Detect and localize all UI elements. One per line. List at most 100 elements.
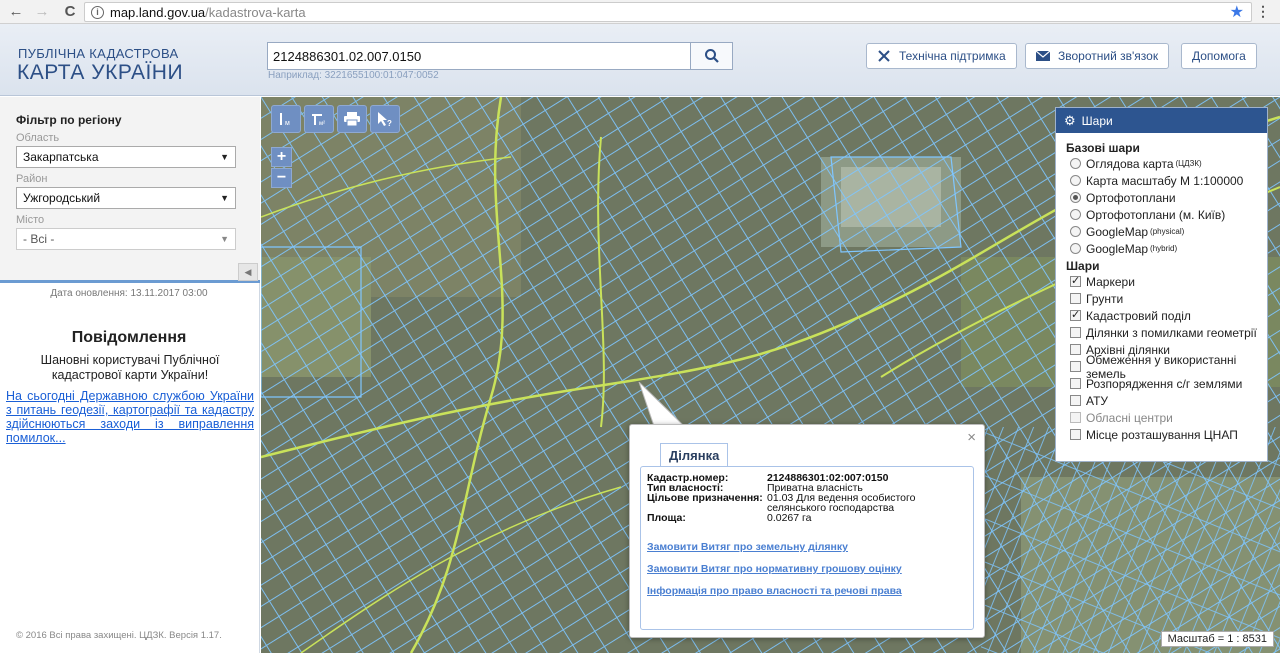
gear-icon: ⚙	[1064, 112, 1076, 128]
url-host: map.land.gov.ua	[110, 4, 206, 20]
order-valuation-extract-link[interactable]: Замовити Витяг про нормативну грошову оц…	[647, 563, 902, 575]
checkbox[interactable]	[1070, 274, 1081, 287]
bookmark-star-icon[interactable]: ★	[1230, 2, 1244, 22]
print-button[interactable]	[337, 105, 367, 133]
tools-icon	[878, 50, 890, 62]
layer-label-superscript: (physical)	[1150, 227, 1185, 236]
overlay-layer-option[interactable]: Обласні центри	[1070, 409, 1267, 426]
order-extract-link[interactable]: Замовити Витяг про земельну ділянку	[647, 541, 848, 553]
checkbox[interactable]	[1070, 308, 1081, 321]
address-bar[interactable]: i map.land.gov.ua/kadastrova-karta	[84, 2, 1252, 22]
info-icon[interactable]: i	[91, 5, 104, 19]
layer-label: Ортофотоплани (м. Київ)	[1086, 207, 1226, 222]
feedback-label: Зворотний зв'язок	[1058, 49, 1159, 63]
checkbox[interactable]	[1070, 412, 1081, 423]
measure-area-button[interactable]: м²	[304, 105, 334, 133]
radio-button[interactable]	[1070, 175, 1081, 186]
chevron-down-icon: ▼	[220, 152, 229, 162]
map-toolbar: м м² ?	[271, 105, 400, 133]
cadastral-search-input[interactable]	[267, 42, 691, 70]
overlay-layer-option[interactable]: Розпорядження с/г землями	[1070, 375, 1267, 392]
layers-panel: ⚙ Шари Базові шари Оглядова карта (ЦДЗК) К…	[1055, 107, 1268, 462]
browser-menu-icon[interactable]: ⋮	[1256, 3, 1270, 20]
radio-button[interactable]	[1070, 243, 1081, 254]
copyright: © 2016 Всі права захищені. ЦДЗК. Версія …	[16, 630, 222, 641]
overlay-layer-option[interactable]: Обмеження у використанні земель	[1070, 353, 1267, 381]
radio-button[interactable]	[1070, 192, 1081, 203]
reload-icon[interactable]: C	[60, 3, 80, 20]
radio-button[interactable]	[1070, 226, 1081, 237]
land-purpose: 01.03 Для ведення особистого селянського…	[767, 492, 916, 514]
region-label: Область	[16, 132, 60, 144]
attr-row: Площа: 0.0267 га	[647, 513, 967, 524]
radio-button[interactable]	[1070, 209, 1081, 220]
overlay-layer-option[interactable]: Грунти	[1070, 290, 1267, 307]
message-link[interactable]: На сьогодні Державною службою України з …	[6, 389, 254, 445]
zoom-out-button[interactable]: −	[271, 168, 292, 188]
filter-title: Фільтр по регіону	[16, 113, 122, 127]
chevron-down-icon: ▼	[220, 234, 229, 244]
help-label: Допомога	[1192, 49, 1246, 63]
district-label: Район	[16, 173, 48, 185]
layer-label: АТУ	[1086, 393, 1109, 408]
radio-button[interactable]	[1070, 158, 1081, 169]
parcel-attributes: Кадастр.номер: 2124886301:02:007:0150 Ти…	[647, 473, 967, 524]
layers-header[interactable]: ⚙ Шари	[1056, 108, 1267, 133]
forward-icon[interactable]: →	[32, 3, 52, 20]
feedback-button[interactable]: Зворотний зв'язок	[1025, 43, 1170, 69]
overlay-layer-option[interactable]: АТУ	[1070, 392, 1267, 409]
logo-title-bottom[interactable]: КАРТА УКРАЇНИ	[17, 61, 183, 85]
back-icon[interactable]: ←	[6, 3, 26, 20]
checkbox[interactable]	[1070, 361, 1081, 372]
checkbox[interactable]	[1070, 395, 1081, 406]
help-button[interactable]: Допомога	[1181, 43, 1257, 69]
layer-label: Оглядова карта	[1086, 156, 1174, 171]
base-layer-option[interactable]: Карта масштабу М 1:100000	[1070, 172, 1267, 189]
checkbox[interactable]	[1070, 429, 1081, 440]
city-select-value: - Всі -	[23, 232, 55, 246]
base-layer-option[interactable]: Ортофотоплани (м. Київ)	[1070, 206, 1267, 223]
ownership-info-link[interactable]: Інформація про право власності та речові…	[647, 585, 902, 597]
ruler-icon: м	[280, 113, 290, 127]
region-select[interactable]: Закарпатська ▼	[16, 146, 236, 168]
overlay-layer-option[interactable]: Маркери	[1070, 273, 1267, 290]
overlay-layer-option[interactable]: Кадастровий поділ	[1070, 307, 1267, 324]
map-scale: Масштаб = 1 : 8531	[1160, 631, 1274, 647]
measure-distance-button[interactable]: м	[271, 105, 301, 133]
svg-text:?: ?	[387, 119, 392, 127]
info-tool-button[interactable]: ?	[370, 105, 400, 133]
overlay-layer-option[interactable]: Місце розташування ЦНАП	[1070, 426, 1267, 443]
base-layer-option[interactable]: GoogleMap (hybrid)	[1070, 240, 1267, 257]
checkbox[interactable]	[1070, 344, 1081, 355]
city-select[interactable]: - Всі - ▼	[16, 228, 236, 250]
checkbox[interactable]	[1070, 378, 1081, 389]
tab-parcel[interactable]: Ділянка	[660, 443, 729, 467]
base-layer-option[interactable]: Оглядова карта (ЦДЗК)	[1070, 155, 1267, 172]
region-select-value: Закарпатська	[23, 150, 99, 164]
parcel-details: Кадастр.номер: 2124886301:02:007:0150 Ти…	[640, 466, 974, 630]
base-layer-option[interactable]: GoogleMap (physical)	[1070, 223, 1267, 240]
message-body: Шановні користувачі Публічної кадастрово…	[40, 353, 220, 382]
layer-label: Розпорядження с/г землями	[1086, 376, 1243, 391]
layer-label: Карта масштабу М 1:100000	[1086, 173, 1244, 188]
logo-title-top[interactable]: ПУБЛІЧНА КАДАСТРОВА	[18, 46, 178, 61]
envelope-icon	[1036, 51, 1050, 61]
overlay-layers-title: Шари	[1066, 259, 1100, 273]
checkbox[interactable]	[1070, 293, 1081, 304]
base-layer-option[interactable]: Ортофотоплани	[1070, 189, 1267, 206]
district-select[interactable]: Ужгородський ▼	[16, 187, 236, 209]
collapse-sidebar-button[interactable]: ◀	[238, 263, 258, 281]
checkbox[interactable]	[1070, 327, 1081, 338]
zoom-in-button[interactable]: +	[271, 147, 292, 167]
layer-label: Маркери	[1086, 274, 1135, 289]
region-filter-panel: Фільтр по регіону Область Закарпатська ▼…	[0, 97, 260, 283]
close-icon[interactable]: ×	[967, 429, 976, 446]
search-hint: Наприклад: 3221655100:01:047:0052	[268, 70, 439, 81]
cadastral-map[interactable]: м м² ? + − ⚙ Шари Базові шари Оглядова к…	[261, 97, 1280, 653]
support-button[interactable]: Технічна підтримка	[866, 43, 1017, 69]
overlay-layers-list: Маркери Грунти Кадастровий поділ Ділянки з …	[1056, 273, 1267, 443]
base-layers-list: Оглядова карта (ЦДЗК) Карта масштабу М 1:1…	[1056, 155, 1267, 257]
overlay-layer-option[interactable]: Ділянки з помилками геометрії	[1070, 324, 1267, 341]
layers-title: Шари	[1081, 113, 1113, 128]
search-button[interactable]	[690, 42, 733, 70]
